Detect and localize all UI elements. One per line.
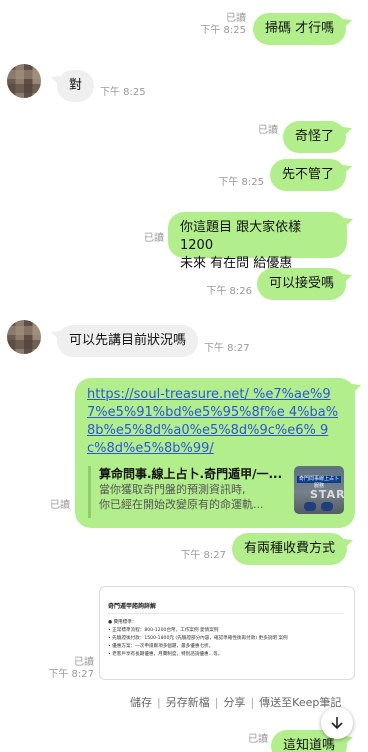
outgoing-message[interactable]: 可以接受嗎 xyxy=(257,268,347,300)
save-button[interactable]: 儲存 xyxy=(130,694,152,710)
outgoing-message[interactable]: 有兩種收費方式 xyxy=(232,533,348,565)
timestamp: 下午 8:27 xyxy=(180,550,226,561)
separator: | xyxy=(214,696,219,709)
thumbnail-text: START xyxy=(310,488,344,501)
document-line: • 正常標準流程：800-1200台幣，工作案例 愛情案例 xyxy=(108,628,219,633)
incoming-message[interactable]: 可以先講目前狀況嗎 xyxy=(57,325,199,357)
link-message[interactable]: https://soul-treasure.net/ %e7%ae%97%e5%… xyxy=(75,378,355,528)
incoming-message[interactable]: 對 xyxy=(57,70,95,102)
thumbnail-banner: 奇門問事線上占卜服務 xyxy=(297,476,341,489)
outgoing-message[interactable]: 你這題目 跟大家依樣 1200 未來 有在問 給優惠 xyxy=(168,212,347,271)
timestamp: 下午 8:26 xyxy=(206,286,252,297)
arrow-down-icon xyxy=(331,717,343,730)
message-link[interactable]: https://soul-treasure.net/ %e7%ae%97%e5%… xyxy=(87,386,343,458)
preview-thumbnail: 奇門問事線上占卜服務 START xyxy=(294,466,344,514)
avatar[interactable] xyxy=(7,320,41,354)
document-title: 奇門遁甲諮詢詳解 xyxy=(108,603,157,610)
read-receipt: 已讀 xyxy=(144,233,164,244)
read-receipt: 已讀 xyxy=(74,657,94,668)
timestamp: 下午 8:25 xyxy=(218,177,264,188)
read-receipt: 已讀 xyxy=(248,734,268,745)
separator: | xyxy=(157,696,161,709)
chat-view[interactable]: 已讀 下午 8:25 掃碼 才行嗎 對 下午 8:25 已讀 奇怪了 下午 8:… xyxy=(0,0,368,752)
document-divider xyxy=(108,613,344,617)
shoe-image xyxy=(304,502,316,511)
timestamp: 下午 8:25 xyxy=(200,25,246,36)
message-meta: 已讀 下午 8:27 xyxy=(40,657,94,681)
read-receipt: 已讀 xyxy=(258,125,278,136)
outgoing-message[interactable]: 掃碼 才行嗎 xyxy=(253,13,347,45)
document-line: • 先驗證後付款：1500-1800元 (先驗證部分內容，確認準確性後再付款) … xyxy=(108,636,288,641)
timestamp: 下午 8:27 xyxy=(48,669,94,680)
preview-description: 你已經在開始改變原有的命運軌... xyxy=(99,498,264,511)
scroll-to-bottom-button[interactable] xyxy=(321,707,353,739)
timestamp: 下午 8:27 xyxy=(204,343,250,354)
document-image[interactable]: 奇門遁甲諮詢詳解 ● 費用標準： • 正常標準流程：800-1200台幣，工作案… xyxy=(99,586,355,680)
image-actions: 儲存 | 另存新檔 | 分享 | 傳送至Keep筆記 xyxy=(130,694,341,710)
read-receipt: 已讀 xyxy=(226,13,246,24)
outgoing-message[interactable]: 先不管了 xyxy=(270,159,347,191)
outgoing-message[interactable]: 奇怪了 xyxy=(283,121,347,153)
share-button[interactable]: 分享 xyxy=(223,694,245,710)
avatar[interactable] xyxy=(7,64,41,98)
shoe-image xyxy=(321,502,333,511)
message-meta: 已讀 下午 8:25 xyxy=(200,13,246,37)
preview-title: 算命問事.線上占卜.奇門遁甲/一... xyxy=(99,467,281,481)
document-line: • 優惠方案：一次申請兩項多個題，最多優惠七折。 xyxy=(108,644,214,649)
read-receipt: 已讀 xyxy=(50,500,70,511)
save-as-button[interactable]: 另存新檔 xyxy=(166,694,210,710)
separator: | xyxy=(250,696,255,709)
message-line: 你這題目 跟大家依樣 1200 xyxy=(180,220,302,253)
link-preview[interactable]: 算命問事.線上占卜.奇門遁甲/一... 當你獲取奇門盤的預測資訊時, 你已經在開… xyxy=(88,466,344,518)
document-line: ● 費用標準： xyxy=(108,620,137,625)
timestamp: 下午 8:25 xyxy=(100,87,146,98)
send-to-keep-button[interactable]: 傳送至Keep筆記 xyxy=(259,694,341,710)
document-line: • 老客戶享有長期優惠，月費制度，特別諮詢優惠…等。 xyxy=(108,652,223,657)
preview-description: 當你獲取奇門盤的預測資訊時, xyxy=(99,483,246,496)
